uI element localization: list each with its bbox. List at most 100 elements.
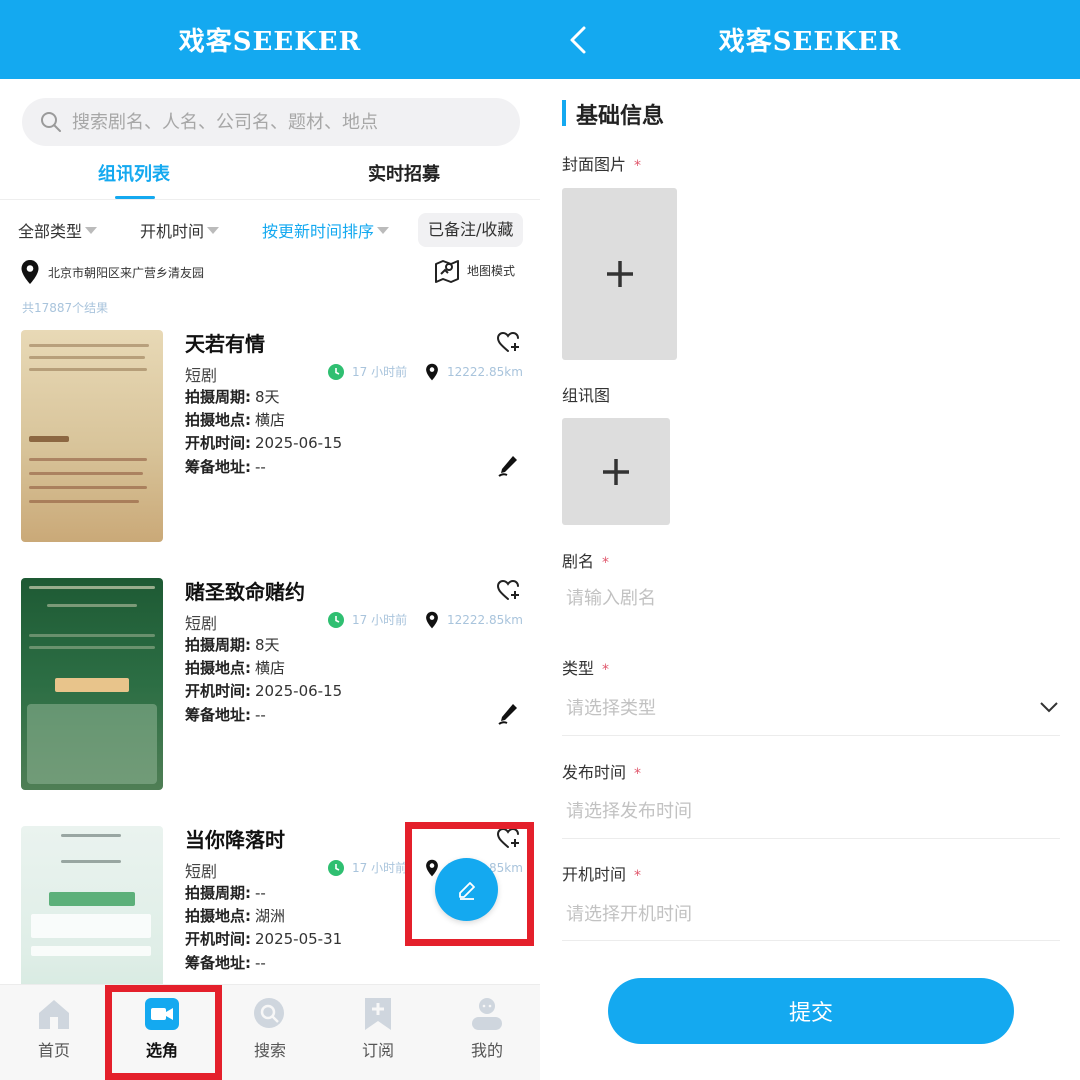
required-mark: * (602, 555, 610, 571)
type-select[interactable]: 请选择类型 (566, 694, 1046, 720)
start-time-label-text: 开机时间 (562, 865, 627, 884)
search-icon (41, 112, 61, 132)
nav-casting[interactable]: 选角 (122, 997, 202, 1061)
nav-search-label: 搜索 (253, 1041, 286, 1060)
card-title: 天若有情 (185, 332, 265, 356)
type-filter[interactable]: 全部类型 (18, 218, 98, 242)
section-title: 基础信息 (576, 104, 665, 129)
place-label: 拍摄地点: (185, 411, 251, 429)
card-period: 拍摄周期: 8天 (185, 634, 280, 655)
location-pin-icon (426, 859, 438, 877)
nav-subscribe[interactable]: 订阅 (338, 997, 418, 1061)
type-label-text: 类型 (562, 659, 595, 678)
nav-profile[interactable]: 我的 (447, 997, 527, 1061)
search-input[interactable] (72, 111, 492, 133)
prep-label: 筹备地址: (185, 458, 251, 476)
start-label: 开机时间: (185, 930, 251, 948)
start-label: 开机时间: (185, 682, 251, 700)
publish-time-label: 发布时间 * (562, 759, 641, 783)
poster-decoration (49, 892, 135, 906)
app-bar: 戏客SEEKER (540, 0, 1080, 79)
chevron-down-icon[interactable] (1039, 700, 1059, 714)
current-location[interactable]: 北京市朝阳区来广营乡清友园 (20, 258, 204, 286)
bottom-navigation: 首页 选角 搜索 订阅 我的 (0, 984, 540, 1080)
card-prep: 筹备地址: -- (185, 704, 266, 725)
card-genre: 短剧 (185, 366, 218, 385)
list-tabs: 组讯列表 实时招募 (0, 150, 540, 200)
poster-decoration (29, 436, 69, 442)
plus-icon (606, 261, 633, 287)
group-image-label-text: 组讯图 (562, 386, 611, 405)
card-place: 拍摄地点: 横店 (185, 409, 285, 430)
card-distance: 12222.85km (425, 611, 523, 629)
start-time-filter[interactable]: 开机时间 (140, 218, 220, 242)
poster-decoration (27, 704, 157, 784)
caret-down-icon (377, 226, 390, 234)
type-filter-label: 全部类型 (18, 222, 83, 241)
clock-icon (328, 363, 344, 380)
caret-down-icon (207, 226, 220, 234)
publish-time-label-text: 发布时间 (562, 763, 627, 782)
post-form-screen: 戏客SEEKER 基础信息 封面图片 * 组讯图 剧名 * 类型 * 请选择类型 发布… (540, 0, 1080, 1080)
heart-plus-icon[interactable] (496, 330, 522, 354)
nav-home[interactable]: 首页 (14, 997, 94, 1061)
period-label: 拍摄周期: (185, 884, 251, 902)
card-time-text: 17 小时前 (352, 365, 408, 379)
heart-plus-icon[interactable] (496, 578, 522, 602)
poster-decoration (61, 860, 121, 863)
bookmark-plus-icon (365, 998, 391, 1030)
poster-decoration (29, 344, 149, 347)
prep-value: -- (255, 706, 266, 724)
list-item[interactable]: 赌圣致命赌约 短剧 17 小时前 12222.85km 拍摄周期: 8天 拍摄地点… (0, 576, 540, 816)
list-item[interactable]: 天若有情 短剧 17 小时前 12222.85km 拍摄周期: 8天 拍摄地点: 横… (0, 328, 540, 568)
create-post-button[interactable] (435, 858, 498, 921)
group-image-upload[interactable] (562, 418, 670, 525)
video-camera-icon (145, 998, 179, 1030)
card-start: 开机时间: 2025-06-15 (185, 680, 342, 701)
back-arrow-icon[interactable] (564, 24, 594, 56)
nav-search[interactable]: 搜索 (230, 997, 310, 1061)
place-label: 拍摄地点: (185, 659, 251, 677)
casting-list-screen: 戏客SEEKER 组讯列表 实时招募 全部类型 开机时间 按更新时间排序 已备注… (0, 0, 540, 1080)
cover-image-label-text: 封面图片 (562, 155, 627, 174)
poster-decoration (29, 472, 143, 475)
sort-filter[interactable]: 按更新时间排序 (262, 218, 390, 242)
card-genre: 短剧 (185, 614, 218, 633)
plus-icon (603, 458, 629, 485)
card-time: 17 小时前 (328, 363, 407, 380)
screenshot-stage: 戏客SEEKER 组讯列表 实时招募 全部类型 开机时间 按更新时间排序 已备注… (0, 0, 1080, 1080)
required-mark: * (634, 766, 642, 782)
clock-icon (328, 611, 344, 628)
start-time-picker[interactable]: 请选择开机时间 (566, 900, 1046, 926)
submit-button[interactable]: 提交 (608, 978, 1014, 1044)
start-label: 开机时间: (185, 434, 251, 452)
drama-name-label: 剧名 * (562, 548, 609, 572)
pen-icon[interactable] (497, 454, 519, 478)
favorites-filter-button[interactable]: 已备注/收藏 (418, 213, 524, 247)
pen-icon[interactable] (497, 702, 519, 726)
card-distance-text: 12222.85km (447, 613, 523, 627)
search-bar[interactable] (22, 98, 520, 146)
clock-icon (328, 859, 344, 876)
poster-image (21, 578, 163, 790)
map-mode-button[interactable]: 地图模式 (433, 256, 515, 284)
poster-decoration (29, 356, 145, 359)
card-start: 开机时间: 2025-06-15 (185, 432, 342, 453)
heart-plus-icon[interactable] (496, 826, 522, 850)
caret-down-icon (85, 226, 98, 234)
card-time-text: 17 小时前 (352, 861, 408, 875)
app-title: 戏客SEEKER (718, 27, 902, 57)
section-accent-bar (562, 100, 566, 126)
required-mark: * (634, 158, 642, 174)
prep-value: -- (255, 458, 266, 476)
place-value: 横店 (255, 411, 286, 429)
tab-group-list[interactable]: 组讯列表 (98, 160, 170, 186)
result-count: 共17887个结果 (22, 301, 109, 315)
publish-time-picker[interactable]: 请选择发布时间 (566, 797, 1046, 823)
period-label: 拍摄周期: (185, 636, 251, 654)
tab-live-recruit[interactable]: 实时招募 (368, 160, 440, 186)
cover-image-upload[interactable] (562, 188, 677, 360)
drama-name-input[interactable] (566, 588, 1046, 609)
prep-label: 筹备地址: (185, 954, 251, 972)
start-value: 2025-05-31 (255, 930, 343, 948)
